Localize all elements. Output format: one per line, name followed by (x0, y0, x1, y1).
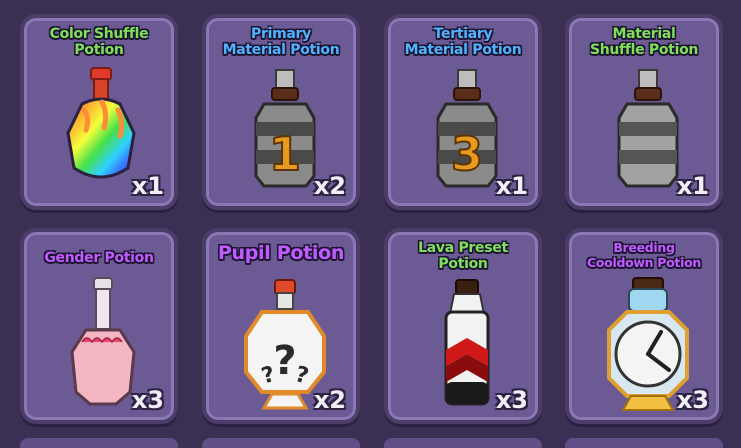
item-count: x3 (676, 386, 709, 414)
item-count: x1 (131, 172, 164, 200)
next-row-card-edge (20, 438, 178, 448)
item-count: x1 (495, 172, 528, 200)
item-card-breeding-cooldown-potion[interactable]: Breeding Cooldown Potion x3 (565, 228, 723, 424)
item-card-lava-preset-potion[interactable]: Lava Preset Potion x3 (384, 228, 542, 424)
item-count: x3 (131, 386, 164, 414)
item-card-material-shuffle-potion[interactable]: Material Shuffle Potion x1 (565, 14, 723, 210)
next-row-card-edge (384, 438, 542, 448)
item-title: Gender Potion (44, 250, 154, 266)
next-row-card-edge (202, 438, 360, 448)
item-title: Tertiary Material Potion (404, 26, 522, 58)
item-card-pupil-potion[interactable]: ? ? ? Pupil Potion x2 (202, 228, 360, 424)
item-title: Lava Preset Potion (418, 240, 508, 272)
item-title: Primary Material Potion (222, 26, 340, 58)
item-count: x2 (313, 386, 346, 414)
item-card-gender-potion[interactable]: Gender Potion x3 (20, 228, 178, 424)
potion-number: 1 (269, 127, 301, 181)
item-title: Material Shuffle Potion (589, 26, 699, 58)
svg-text:?: ? (273, 338, 296, 384)
item-title: Breeding Cooldown Potion (587, 240, 701, 270)
potion-number: 3 (451, 127, 483, 181)
item-count: x1 (676, 172, 709, 200)
item-card-color-shuffle-potion[interactable]: Color Shuffle Potion x1 (20, 14, 178, 210)
item-card-primary-material-potion[interactable]: 1 Primary Material Potion x2 (202, 14, 360, 210)
inventory-grid: Color Shuffle Potion x1 1 Primary Material… (0, 0, 741, 448)
next-row-card-edge (565, 438, 723, 448)
item-title: Pupil Potion (217, 242, 345, 264)
item-count: x3 (495, 386, 528, 414)
item-card-tertiary-material-potion[interactable]: 3 Tertiary Material Potion x1 (384, 14, 542, 210)
item-title: Color Shuffle Potion (49, 26, 149, 58)
item-count: x2 (313, 172, 346, 200)
